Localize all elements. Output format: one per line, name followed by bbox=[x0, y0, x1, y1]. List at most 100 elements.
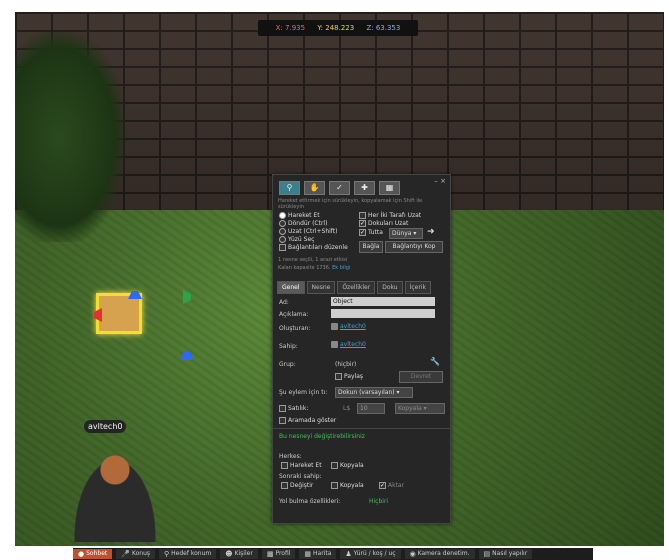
camera-icon: ◉ bbox=[409, 550, 416, 558]
checkbox-icon bbox=[335, 373, 342, 380]
land-tool-icon[interactable]: ▦ bbox=[379, 181, 400, 195]
close-icon[interactable]: × bbox=[440, 177, 446, 185]
set-group-wrench-icon[interactable]: 🔧 bbox=[430, 357, 440, 366]
next-owner-copy-checkbox[interactable]: Kopyala bbox=[331, 482, 364, 489]
map-button[interactable]: ▦ Harita bbox=[299, 549, 337, 559]
tab-object[interactable]: Nesne bbox=[306, 281, 336, 294]
click-action-label: Şu eylem için tı: bbox=[279, 389, 328, 396]
camera-button[interactable]: ◉ Kamera denetim. bbox=[404, 549, 475, 559]
avatar-icon bbox=[331, 323, 338, 330]
checkbox-icon bbox=[279, 405, 286, 412]
avatar-name-tag: avltech0 bbox=[84, 420, 127, 433]
stretch-textures-checkbox[interactable]: ✓ Dokuları Uzat bbox=[359, 220, 408, 227]
avatar[interactable] bbox=[70, 452, 160, 542]
edit-tool-icon[interactable]: ✓ bbox=[329, 181, 350, 195]
tab-content[interactable]: İçerik bbox=[404, 281, 431, 294]
capacity-info: Kalan kapasite 1736. Ek bilgi bbox=[278, 265, 351, 271]
owner-label: Sahip: bbox=[279, 343, 298, 350]
group-value: (hiçbir) bbox=[335, 361, 357, 368]
mode-stretch[interactable]: Uzat (Ctrl+Shift) bbox=[279, 228, 338, 235]
radio-icon bbox=[279, 236, 286, 243]
price-currency: L$ bbox=[343, 405, 351, 412]
snap-checkbox[interactable]: ✓ Tutta bbox=[359, 229, 383, 236]
speak-icon: 🎤 bbox=[121, 550, 130, 558]
stretch-both-sides-checkbox[interactable]: Her İki Tarafı Uzat bbox=[359, 212, 421, 219]
mode-move[interactable]: Hareket Et bbox=[279, 212, 320, 219]
deed-button[interactable]: Devret bbox=[399, 371, 443, 383]
howto-icon: ▤ bbox=[483, 550, 491, 558]
grab-tool-icon[interactable]: ✋ bbox=[304, 181, 325, 195]
name-input[interactable]: Object bbox=[331, 297, 435, 306]
chat-icon: ● bbox=[78, 550, 85, 558]
pathfinding-label: Yol bulma özellikleri: bbox=[279, 498, 341, 505]
radio-icon bbox=[279, 212, 286, 219]
move-axis-y-icon[interactable] bbox=[183, 290, 197, 304]
for-sale-checkbox[interactable]: Satılık: bbox=[279, 405, 308, 412]
minimize-icon[interactable]: – bbox=[434, 177, 438, 185]
tab-texture[interactable]: Doku bbox=[377, 281, 403, 294]
coordinates-readout: X: 7.935 Y: 248.223 Z: 63.353 bbox=[258, 20, 418, 36]
next-owner-modify-checkbox[interactable]: Değiştir bbox=[281, 482, 313, 489]
build-tabs: Genel Nesne Özellikler Doku İçerik bbox=[277, 281, 431, 294]
build-tool-row: ⚲ ✋ ✓ ✚ ▦ bbox=[279, 181, 400, 195]
coord-y: Y: 248.223 bbox=[317, 24, 355, 32]
owner-link[interactable]: avltech0 bbox=[331, 341, 366, 348]
chat-button[interactable]: ● Sohbet bbox=[73, 549, 113, 559]
mode-rotate[interactable]: Döndür (Ctrl) bbox=[279, 220, 327, 227]
edit-linked-checkbox[interactable]: Bağlantıları düzenle bbox=[279, 244, 348, 251]
destination-icon: ⚲ bbox=[164, 550, 170, 558]
mode-select-face[interactable]: Yüzü Seç bbox=[279, 236, 314, 243]
build-floater: ⚲ ✋ ✓ ✚ ▦ – × Hareket ettirmek için sürü… bbox=[272, 174, 451, 524]
destinations-button[interactable]: ⚲ Hedef konum bbox=[159, 549, 217, 559]
coord-z: Z: 63.353 bbox=[366, 24, 401, 32]
grid-mode-select[interactable]: Dünya ▾ bbox=[389, 228, 423, 239]
link-button[interactable]: Bağla bbox=[359, 241, 383, 253]
speak-button[interactable]: 🎤 Konuş bbox=[116, 549, 156, 559]
next-owner-transfer-checkbox[interactable]: ✓ Aktar bbox=[379, 482, 404, 489]
checkbox-icon bbox=[279, 244, 286, 251]
create-tool-icon[interactable]: ✚ bbox=[354, 181, 375, 195]
everyone-label: Herkes: bbox=[279, 453, 302, 460]
move-axis-x-icon[interactable] bbox=[88, 308, 102, 322]
description-label: Açıklama: bbox=[279, 311, 309, 318]
focus-tool-icon[interactable]: ⚲ bbox=[279, 181, 300, 195]
radio-icon bbox=[279, 220, 286, 227]
checkbox-icon bbox=[331, 482, 338, 489]
tab-features[interactable]: Özellikler bbox=[337, 281, 376, 294]
creator-link[interactable]: avltech0 bbox=[331, 323, 366, 330]
tree bbox=[15, 32, 125, 242]
everyone-move-checkbox[interactable]: Hareket Et bbox=[281, 462, 322, 469]
checkbox-icon: ✓ bbox=[359, 220, 366, 227]
window-controls: – × bbox=[434, 177, 446, 185]
selection-info: 1 nesne seçili, 1 arazi etkisi bbox=[278, 257, 348, 263]
selected-object[interactable] bbox=[96, 293, 142, 334]
share-checkbox[interactable]: Paylaş bbox=[335, 373, 363, 380]
walk-button[interactable]: ♟ Yürü / koş / uç bbox=[340, 549, 401, 559]
price-input[interactable]: 10 bbox=[357, 403, 385, 414]
click-action-select[interactable]: Dokun (varsayılan) ▾ bbox=[335, 387, 413, 398]
howto-button[interactable]: ▤ Nasıl yapılır bbox=[478, 549, 533, 559]
checkbox-icon bbox=[359, 212, 366, 219]
description-input[interactable] bbox=[331, 309, 435, 318]
name-label: Ad: bbox=[279, 299, 289, 306]
walk-icon: ♟ bbox=[345, 550, 352, 558]
show-in-search-checkbox[interactable]: Aramada göster bbox=[279, 417, 336, 424]
move-axis-z-icon[interactable] bbox=[128, 285, 142, 299]
people-icon: ☻ bbox=[225, 550, 233, 558]
profile-button[interactable]: ▩ Profil bbox=[261, 549, 296, 559]
avatar-icon bbox=[331, 341, 338, 348]
build-hint: Hareket ettirmek için sürükleyin, kopyal… bbox=[278, 198, 423, 210]
sale-type-select[interactable]: Kopyala ▾ bbox=[395, 403, 445, 414]
divider bbox=[273, 428, 450, 429]
world-axis-icon bbox=[180, 346, 194, 360]
tab-general[interactable]: Genel bbox=[277, 281, 305, 294]
checkbox-icon bbox=[279, 417, 286, 424]
more-info-link[interactable]: Ek bilgi bbox=[332, 265, 350, 271]
people-button[interactable]: ☻ Kişiler bbox=[220, 549, 258, 559]
unlink-button[interactable]: Bağlantıyı Kop bbox=[385, 241, 443, 253]
radio-icon bbox=[279, 228, 286, 235]
everyone-copy-checkbox[interactable]: Kopyala bbox=[331, 462, 364, 469]
pathfinding-value: Hiçbiri bbox=[369, 498, 389, 505]
checkbox-icon bbox=[331, 462, 338, 469]
grid-options-icon[interactable]: ➜ bbox=[427, 227, 435, 237]
